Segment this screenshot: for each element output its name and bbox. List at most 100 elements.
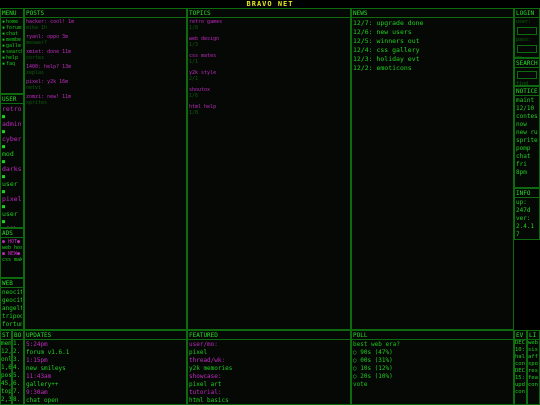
update-text[interactable]: forum v1.6.1 <box>26 349 185 357</box>
notice-list: maint12/10contestnownew rulesspritepompc… <box>515 96 539 178</box>
ads-list: ● HOT●web hosting● NEW●css maker <box>1 238 23 264</box>
bot-line: 2. <box>13 348 21 355</box>
users-title: USER <box>1 95 23 104</box>
link-line[interactable]: spo <box>528 361 539 368</box>
stat-line: mem <box>1 340 11 347</box>
web-link[interactable]: geocities <box>2 297 22 305</box>
featured-line: thread/wk: <box>189 357 226 364</box>
poll-option[interactable]: ○ 00s (31%) <box>353 357 512 365</box>
topics-title: TOPICS <box>188 9 350 18</box>
featured-panel: FEATURED user/mo: pixel thread/wk: y2k memo… <box>187 330 351 405</box>
stats-title: ST <box>1 332 11 340</box>
post-meta: sprites <box>26 100 48 106</box>
web-title: WEB <box>1 279 23 288</box>
username-label: user: <box>516 19 532 25</box>
link-line[interactable]: con <box>528 382 539 389</box>
topic-meta: 1/6 <box>189 93 199 99</box>
poll-option[interactable]: ○ 20s (10%) <box>353 373 512 381</box>
update-text[interactable]: gallery++ <box>26 381 185 389</box>
user-item[interactable]: darks <box>2 165 22 174</box>
user-item[interactable]: cyber <box>2 135 22 144</box>
news-item[interactable]: 12/4: css gallery <box>353 46 512 55</box>
topic-meta: 1/8 <box>189 25 199 31</box>
bot-title: BO <box>13 332 23 340</box>
post-meta: mike 1h <box>26 25 48 31</box>
stat-line: pos <box>1 372 11 379</box>
featured-line[interactable]: html basics <box>189 397 349 404</box>
bot-line: 1. <box>13 340 21 347</box>
web-panel: WEB neocitiesgeocitiesangelfiretripodfor… <box>0 278 24 330</box>
notice-line: fri <box>516 161 527 168</box>
news-item[interactable]: 12/6: new users <box>353 28 512 37</box>
password-label: pass: <box>516 37 532 43</box>
link-line[interactable]: aff <box>528 354 539 361</box>
featured-line[interactable]: pixel <box>189 349 349 357</box>
page: BRAVO NET MENU homeforumschatmembersgall… <box>0 0 540 405</box>
featured-line[interactable]: pixel art <box>189 381 349 389</box>
event-line: upd <box>515 382 525 388</box>
poll-title: POLL <box>352 331 513 340</box>
events-panel: EV DEC 10: hal con DEC 15: upd con <box>514 330 527 405</box>
bot-list: 1.2.3.4.5.6.7.8.9. <box>13 340 23 404</box>
user-item[interactable]: user <box>2 210 22 219</box>
updates-panel: UPDATES 5:24pm forum v1.6.1 1:15pm new smil… <box>24 330 187 405</box>
password-input[interactable] <box>517 45 537 53</box>
site-title: BRAVO NET <box>246 0 294 8</box>
update-time: 9:30am <box>26 389 48 396</box>
notice-line: maint <box>516 97 535 104</box>
users-panel: USER retro ■ admin ■ cyber ■ mod ■ darks ■ user ■ pi… <box>0 94 24 228</box>
user-item[interactable]: mod <box>2 150 22 159</box>
bot-line: 7. <box>13 388 21 395</box>
links-title: LI <box>528 331 539 340</box>
ad-line[interactable]: css maker <box>2 257 22 263</box>
post-meta: cortez <box>26 55 45 61</box>
update-text[interactable]: new smileys <box>26 365 185 373</box>
topic-meta: 1/1 <box>189 59 199 65</box>
featured-line[interactable]: y2k memories <box>189 365 349 373</box>
link-line[interactable]: web <box>528 340 539 347</box>
news-item[interactable]: 12/3: holiday evt <box>353 55 512 64</box>
topics-list: retro games 1/8 web design 1/3 css mates 1/1 y… <box>188 18 350 122</box>
notice-line: 12/10 <box>516 105 535 112</box>
search-title: SEARCH <box>515 60 539 68</box>
news-title: NEWS <box>352 9 513 18</box>
web-link[interactable]: tripod <box>2 313 22 321</box>
web-list: neocitiesgeocitiesangelfiretripodfortune <box>1 288 23 329</box>
links-panel: LI web sis aff spo res fea con <box>527 330 540 405</box>
topic-meta: 1/3 <box>189 42 199 48</box>
info-line: 247d <box>516 207 531 214</box>
link-line[interactable]: fea <box>528 375 539 382</box>
poll-option[interactable]: ○ 90s (47%) <box>353 349 512 357</box>
web-link[interactable]: angelfire <box>2 305 22 313</box>
events-list: DEC 10: hal con DEC 15: upd con <box>515 340 526 396</box>
link-line[interactable]: sis <box>528 347 539 354</box>
user-item[interactable]: admin <box>2 120 22 129</box>
search-panel: SEARCH find <box>514 58 540 86</box>
updates-title: UPDATES <box>25 331 186 340</box>
featured-line: showcase: <box>189 373 222 380</box>
user-item[interactable]: pixel <box>2 195 22 204</box>
user-item[interactable]: user <box>2 180 22 189</box>
bot-line: 8. <box>13 396 21 403</box>
events-title: EV <box>515 331 526 340</box>
link-line[interactable]: res <box>528 368 539 375</box>
update-text[interactable]: chat open <box>26 397 185 404</box>
search-input[interactable] <box>517 71 537 79</box>
poll-vote-button[interactable]: vote <box>353 381 512 389</box>
user-item[interactable]: retro <box>2 105 22 114</box>
web-link[interactable]: fortune <box>2 321 22 329</box>
post-meta: netvi <box>26 85 42 91</box>
web-link[interactable]: neocities <box>2 289 22 297</box>
poll-option[interactable]: ○ 10s (12%) <box>353 365 512 373</box>
news-item[interactable]: 12/7: upgrade done <box>353 19 512 28</box>
news-item[interactable]: 12/5: winners out <box>353 37 512 46</box>
featured-line: user/mo: <box>189 341 218 348</box>
posts-title: POSTS <box>25 9 186 18</box>
menu-item[interactable]: faq <box>2 61 22 67</box>
info-line: 7 <box>516 231 520 238</box>
bot-line: 3. <box>13 356 21 363</box>
news-item[interactable]: 12/2: emoticons <box>353 64 512 73</box>
username-input[interactable] <box>517 27 537 35</box>
bot-line: 4. <box>13 364 21 371</box>
featured-list: user/mo: pixel thread/wk: y2k memories showc… <box>188 340 350 404</box>
